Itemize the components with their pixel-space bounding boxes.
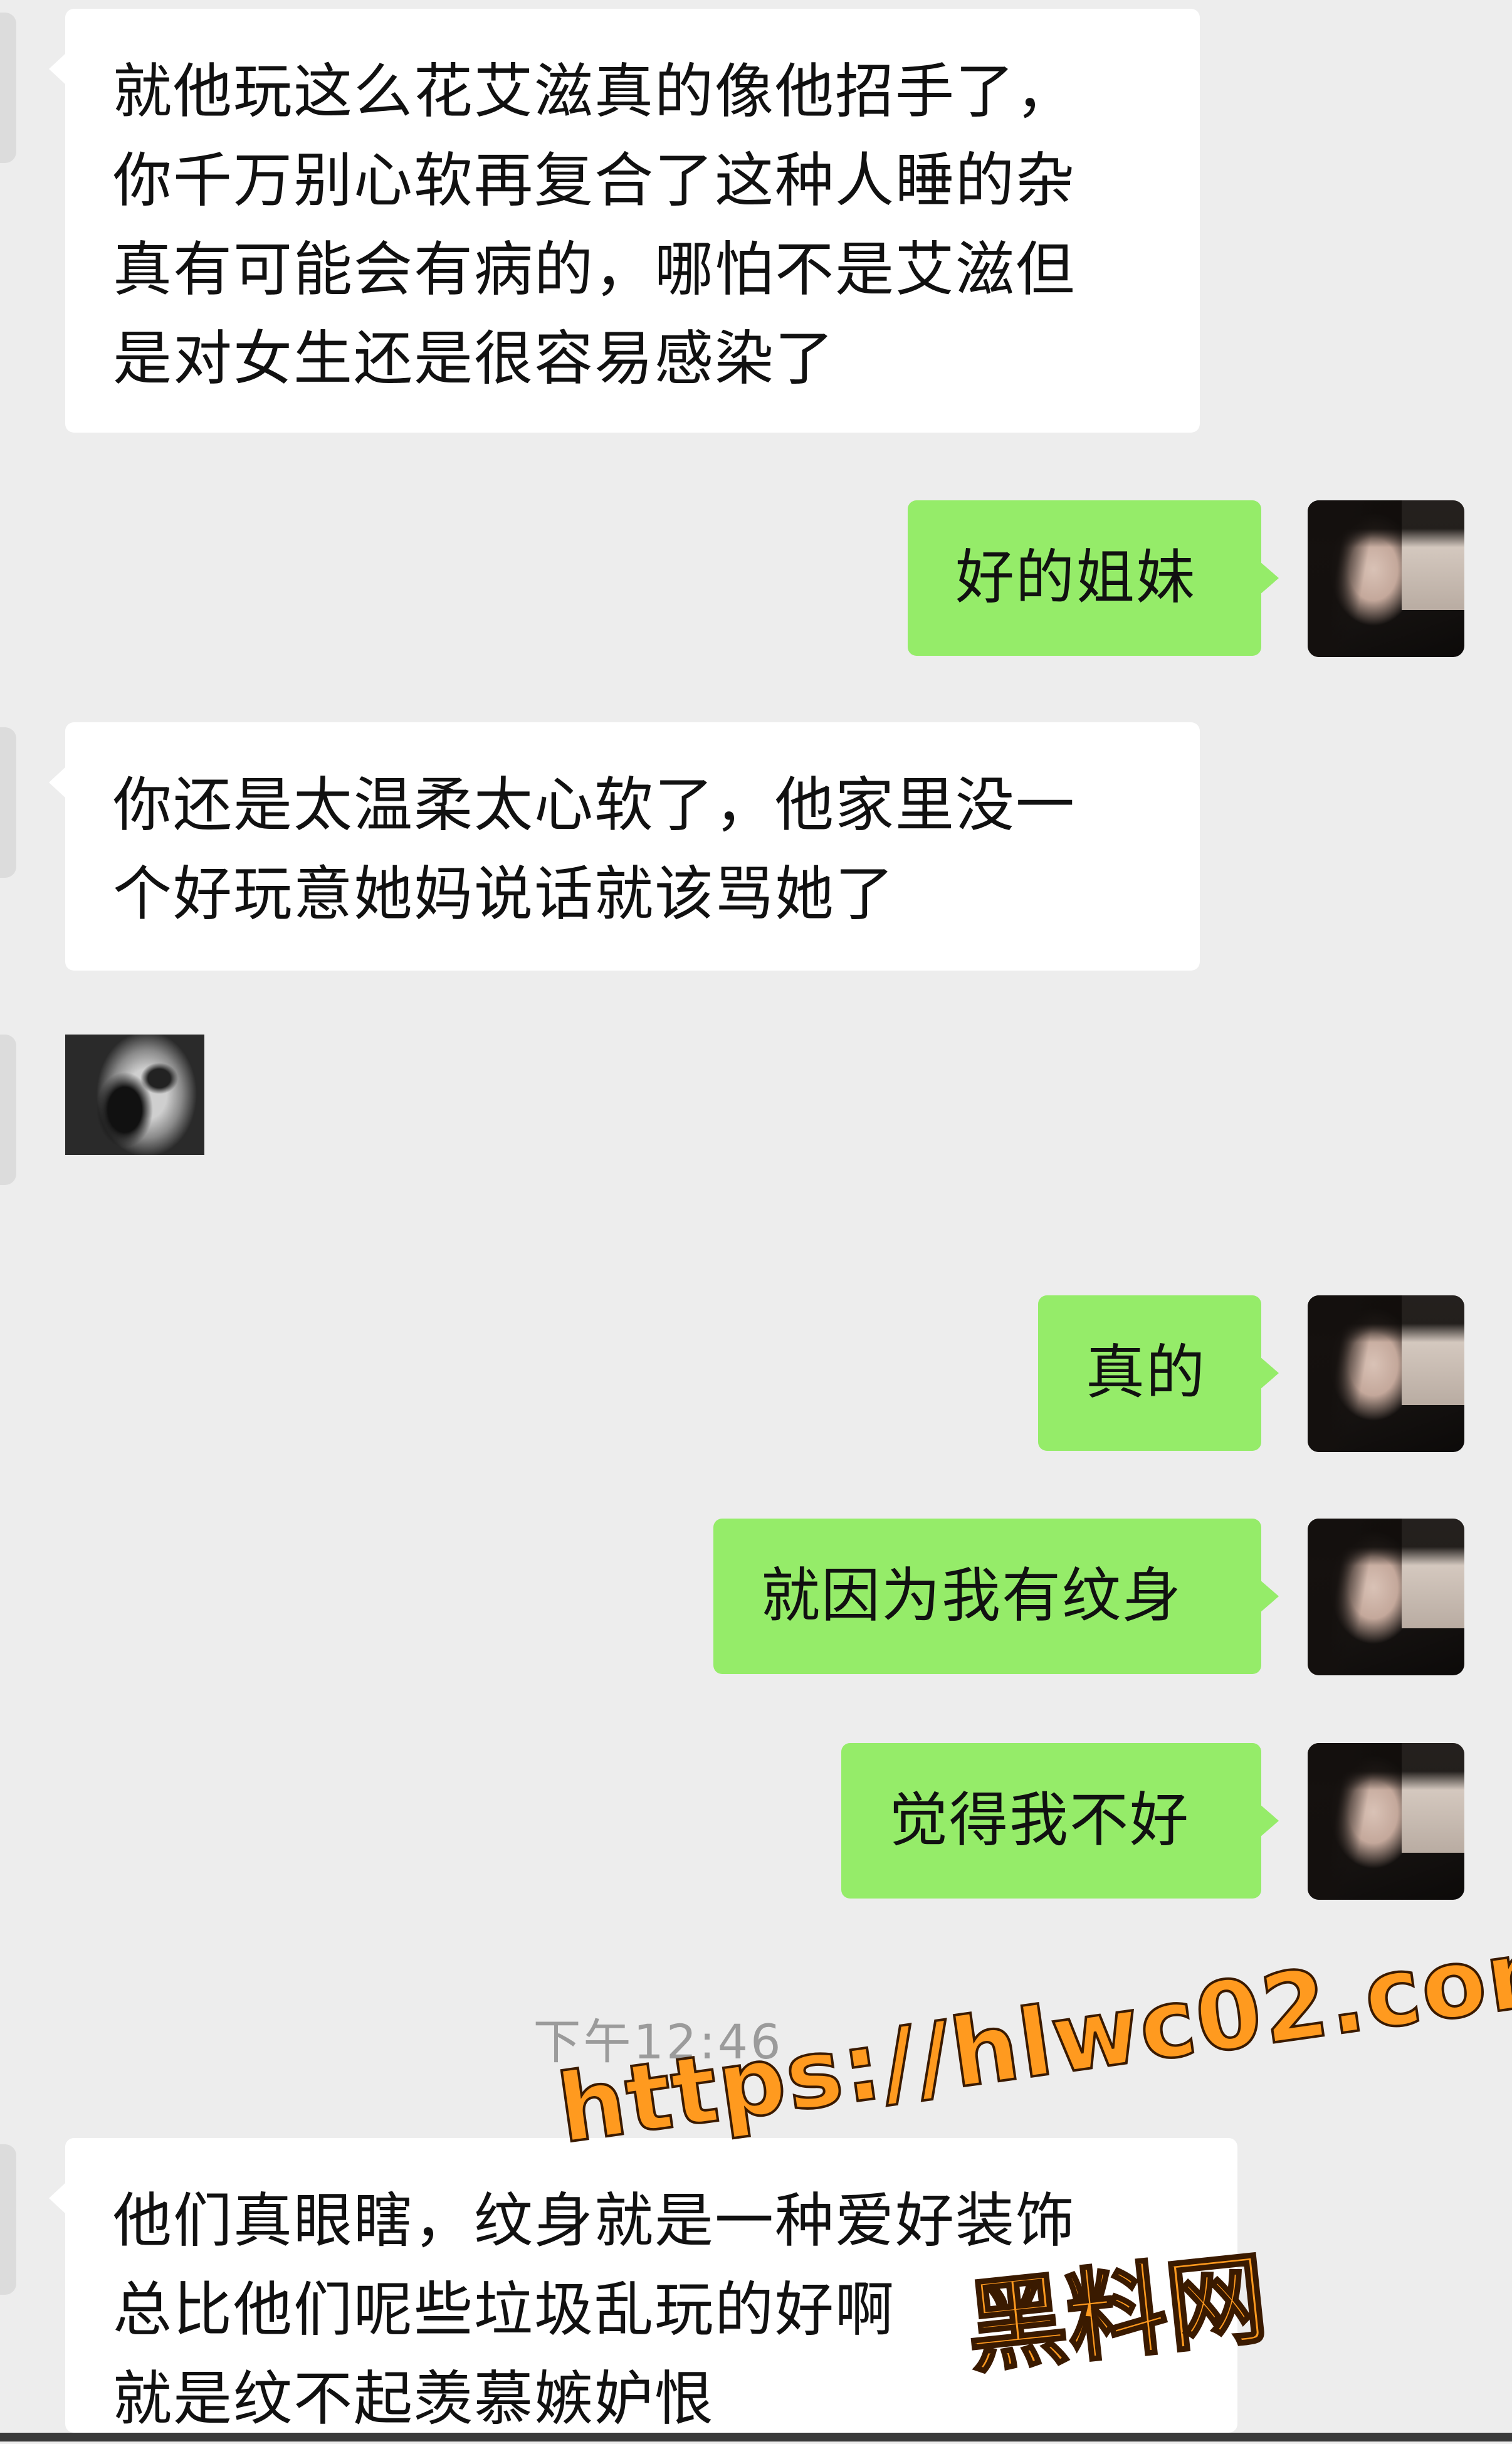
my-avatar[interactable]: [1308, 1743, 1464, 1900]
message-text-line: 你还是太温柔太心软了，他家里没一: [113, 771, 1076, 840]
bottom-divider: [0, 2433, 1512, 2441]
contact-avatar[interactable]: [0, 1035, 16, 1185]
message-text: 真的: [1086, 1339, 1207, 1407]
message-text: 就因为我有纹身: [761, 1562, 1183, 1630]
message-text-line: 你千万别心软再复合了这种人睡的杂: [113, 147, 1076, 215]
message-text-line: 个好玩意她妈说话就该骂她了: [113, 860, 896, 929]
message-text-line: 就他玩这么花艾滋真的像他招手了，: [113, 58, 1076, 126]
my-avatar[interactable]: [1308, 500, 1464, 657]
my-avatar[interactable]: [1308, 1519, 1464, 1675]
message-bubble-outgoing[interactable]: 好的姐妹: [908, 500, 1279, 656]
face-sticker[interactable]: [65, 1035, 204, 1155]
message-bubble-outgoing[interactable]: 觉得我不好: [841, 1743, 1279, 1899]
message-bubble-outgoing[interactable]: 真的: [1038, 1295, 1279, 1451]
message-bubble-incoming[interactable]: 就他玩这么花艾滋真的像他招手了， 你千万别心软再复合了这种人睡的杂 真有可能会有…: [49, 9, 1200, 433]
my-avatar[interactable]: [1308, 1295, 1464, 1452]
message-text: 觉得我不好: [889, 1786, 1190, 1855]
message-text-line: 是对女生还是很容易感染了: [113, 325, 836, 393]
contact-avatar[interactable]: [0, 2144, 16, 2295]
contact-avatar[interactable]: [0, 727, 16, 878]
message-bubble-outgoing[interactable]: 就因为我有纹身: [713, 1519, 1279, 1674]
message-text-line: 真有可能会有病的，哪怕不是艾滋但: [113, 236, 1076, 304]
contact-avatar[interactable]: [0, 13, 16, 163]
message-bubble-incoming[interactable]: 你还是太温柔太心软了，他家里没一 个好玩意她妈说话就该骂她了: [49, 722, 1200, 971]
watermark-url: https://hlwc02.com: [550, 1911, 1512, 2166]
message-text: 好的姐妹: [955, 544, 1197, 612]
